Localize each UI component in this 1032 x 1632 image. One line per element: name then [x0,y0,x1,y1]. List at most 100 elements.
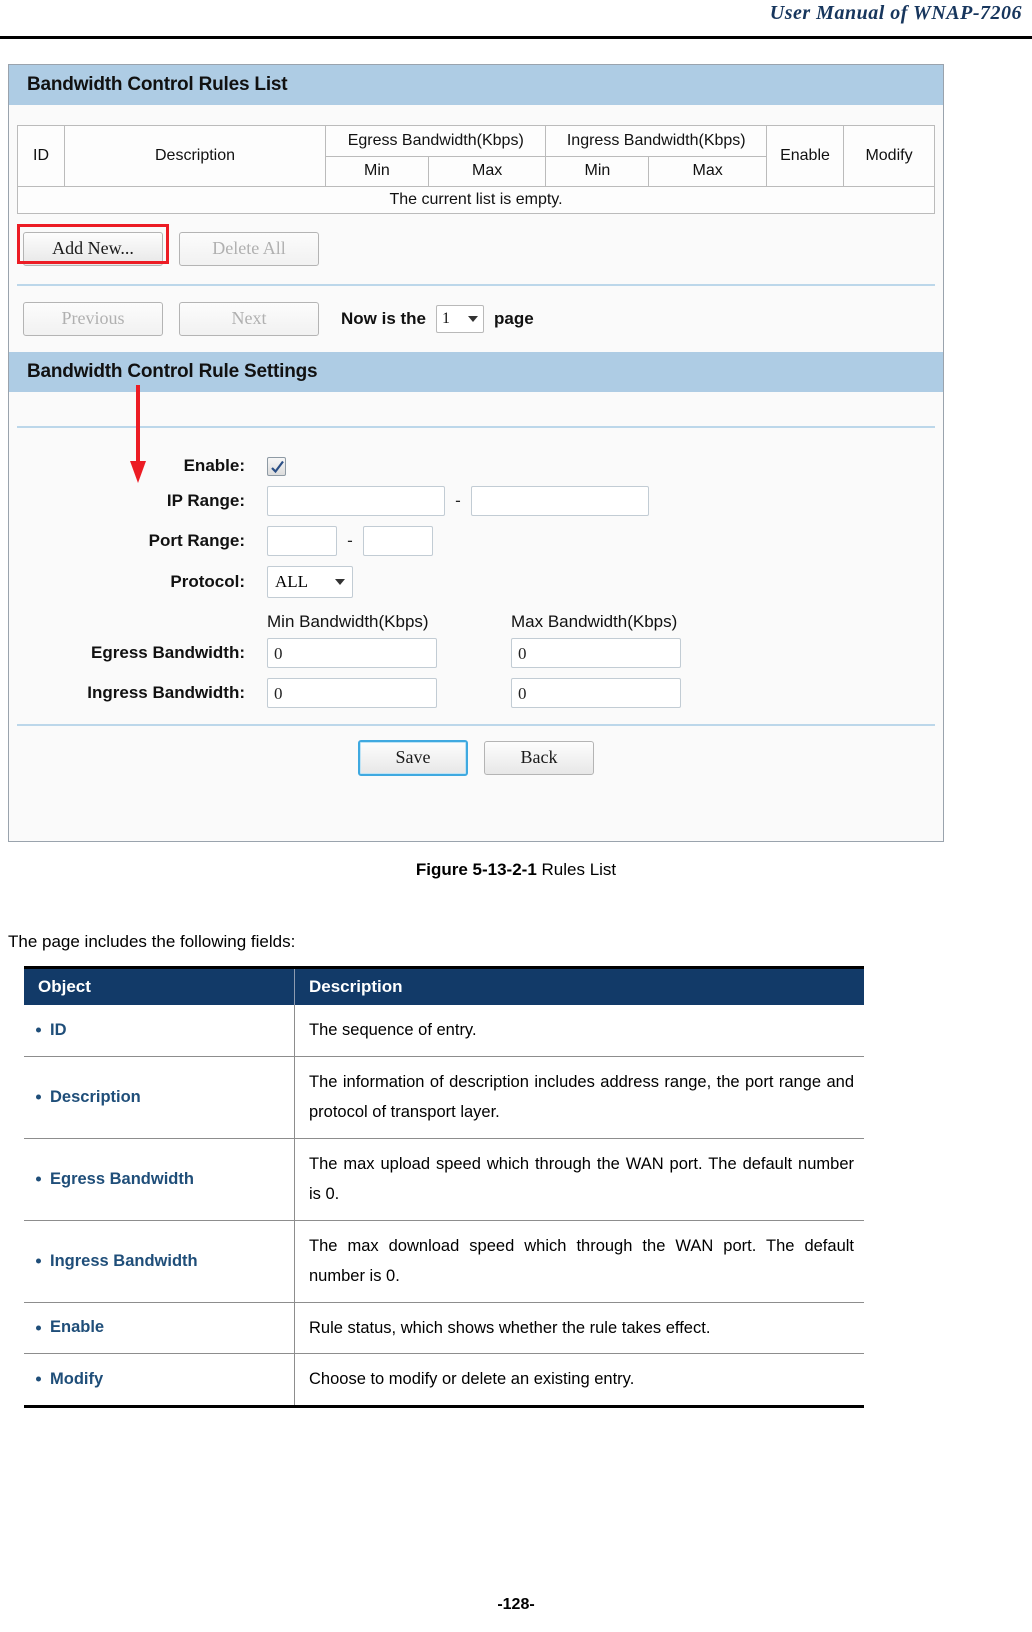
router-ui-screenshot: Bandwidth Control Rules List ID Descript… [8,64,944,842]
desc-col-header-object: Object [24,967,295,1005]
bullet-icon [36,1376,41,1382]
previous-page-button[interactable]: Previous [23,302,163,336]
protocol-selected-value: ALL [275,572,309,591]
table-row: Modify Choose to modify or delete an exi… [24,1353,864,1408]
bandwidth-rules-table: ID Description Egress Bandwidth(Kbps) In… [17,125,935,214]
table-row: ID The sequence of entry. [24,1005,864,1057]
col-header-modify: Modify [843,125,935,187]
header-divider [0,36,1032,39]
table-row: Description The information of descripti… [24,1056,864,1139]
page-header: User Manual of WNAP-7206 [0,0,1032,42]
panel-spacer-top [9,105,943,125]
desc-description-cell: The max download speed which through the… [294,1220,864,1303]
red-arrow-annotation [130,385,146,483]
rules-table-wrapper: ID Description Egress Bandwidth(Kbps) In… [9,125,943,214]
ip-range-label: IP Range: [166,491,245,510]
col-header-ingress-bandwidth: Ingress Bandwidth(Kbps) [545,125,767,157]
ip-range-field-row: IP Range: - [9,486,943,516]
desc-object-label: Egress Bandwidth [50,1169,194,1188]
page-number-select[interactable]: 1 [436,305,485,333]
list-action-button-row: Add New... Delete All [9,214,943,284]
egress-bandwidth-field-row: Egress Bandwidth: 0 0 [9,638,943,668]
page-footer: -128- [497,1596,535,1613]
delete-all-button[interactable]: Delete All [179,232,319,266]
pager-prefix-label: Now is the [341,309,427,328]
col-header-enable: Enable [766,125,844,187]
desc-object-label: Enable [50,1318,105,1337]
port-range-field-row: Port Range: - [9,526,943,556]
bullet-icon [36,1027,41,1033]
figure-caption-text: Rules List [541,860,617,879]
save-button[interactable]: Save [358,740,468,776]
manual-title: User Manual of WNAP-7206 [769,2,1022,24]
enable-checkbox[interactable] [267,456,286,476]
fields-description-table: Object Description ID The sequence of en… [24,966,864,1408]
egress-bandwidth-label: Egress Bandwidth: [91,643,245,662]
desc-description-cell: Choose to modify or delete an existing e… [294,1353,864,1408]
max-bandwidth-header: Max Bandwidth(Kbps) [511,612,678,631]
table-row: Ingress Bandwidth The max download speed… [24,1220,864,1303]
checkmark-icon [271,460,284,473]
desc-description-cell: The max upload speed which through the W… [294,1138,864,1221]
bandwidth-rules-list-title: Bandwidth Control Rules List [9,65,943,105]
egress-max-input[interactable]: 0 [511,638,681,668]
bandwidth-rule-settings-title: Bandwidth Control Rule Settings [9,352,943,392]
back-button[interactable]: Back [484,741,594,775]
add-new-button[interactable]: Add New... [23,232,163,266]
desc-object-label: Ingress Bandwidth [50,1251,198,1270]
fields-description-table-wrapper: Object Description ID The sequence of en… [24,966,864,1408]
col-header-egress-max: Max [427,155,547,187]
egress-min-input[interactable]: 0 [267,638,437,668]
desc-object-cell: Enable [24,1302,295,1355]
bullet-icon [36,1176,41,1182]
empty-list-row: The current list is empty. [17,186,935,214]
port-range-start-input[interactable] [267,526,337,556]
page-number-value: 1 [442,310,451,327]
pagination-row: Previous Next Now is the 1 page [9,286,943,352]
desc-table-body: ID The sequence of entry. Description Th… [24,1005,864,1408]
desc-object-cell: ID [24,1005,295,1057]
col-header-id: ID [17,125,65,187]
desc-description-cell: The sequence of entry. [294,1005,864,1057]
settings-spacer [9,392,943,426]
protocol-label: Protocol: [170,572,245,591]
header-spacer [9,612,267,632]
desc-object-cell: Description [24,1056,295,1139]
bullet-icon [36,1325,41,1331]
port-range-end-input[interactable] [363,526,433,556]
rule-settings-form: Enable: IP Range: - Port Range: - Protoc… [9,428,943,792]
port-range-label: Port Range: [148,531,245,550]
desc-description-cell: Rule status, which shows whether the rul… [294,1302,864,1355]
figure-caption: Figure 5-13-2-1 Rules List [0,860,1032,880]
desc-object-cell: Ingress Bandwidth [24,1220,295,1303]
ingress-bandwidth-label: Ingress Bandwidth: [87,683,245,702]
desc-description-cell: The information of description includes … [294,1056,864,1139]
desc-table-header-row: Object Description [24,967,864,1005]
chevron-down-icon [335,579,345,585]
next-page-button[interactable]: Next [179,302,319,336]
table-row: Egress Bandwidth The max upload speed wh… [24,1138,864,1221]
ip-range-end-input[interactable] [471,486,649,516]
bullet-icon [36,1094,41,1100]
form-action-button-row: Save Back [9,726,943,792]
bullet-icon [36,1258,41,1264]
figure-number: Figure 5-13-2-1 [415,860,537,879]
ingress-max-input[interactable]: 0 [511,678,681,708]
ingress-bandwidth-field-row: Ingress Bandwidth: 0 0 [9,678,943,708]
desc-object-label: Modify [50,1369,104,1388]
desc-col-header-description: Description [294,967,864,1005]
enable-field-row: Enable: [9,456,943,476]
port-range-separator: - [347,531,353,550]
protocol-select[interactable]: ALL [267,566,353,598]
desc-object-cell: Egress Bandwidth [24,1138,295,1221]
col-header-ingress-min: Min [545,155,650,187]
col-header-egress-min: Min [325,155,429,187]
ingress-min-input[interactable]: 0 [267,678,437,708]
ip-range-start-input[interactable] [267,486,445,516]
chevron-down-icon [468,316,479,322]
intro-paragraph: The page includes the following fields: [8,932,296,951]
min-bandwidth-header: Min Bandwidth(Kbps) [267,612,429,631]
table-row: Enable Rule status, which shows whether … [24,1302,864,1355]
desc-object-cell: Modify [24,1353,295,1408]
empty-list-message: The current list is empty. [17,186,935,214]
